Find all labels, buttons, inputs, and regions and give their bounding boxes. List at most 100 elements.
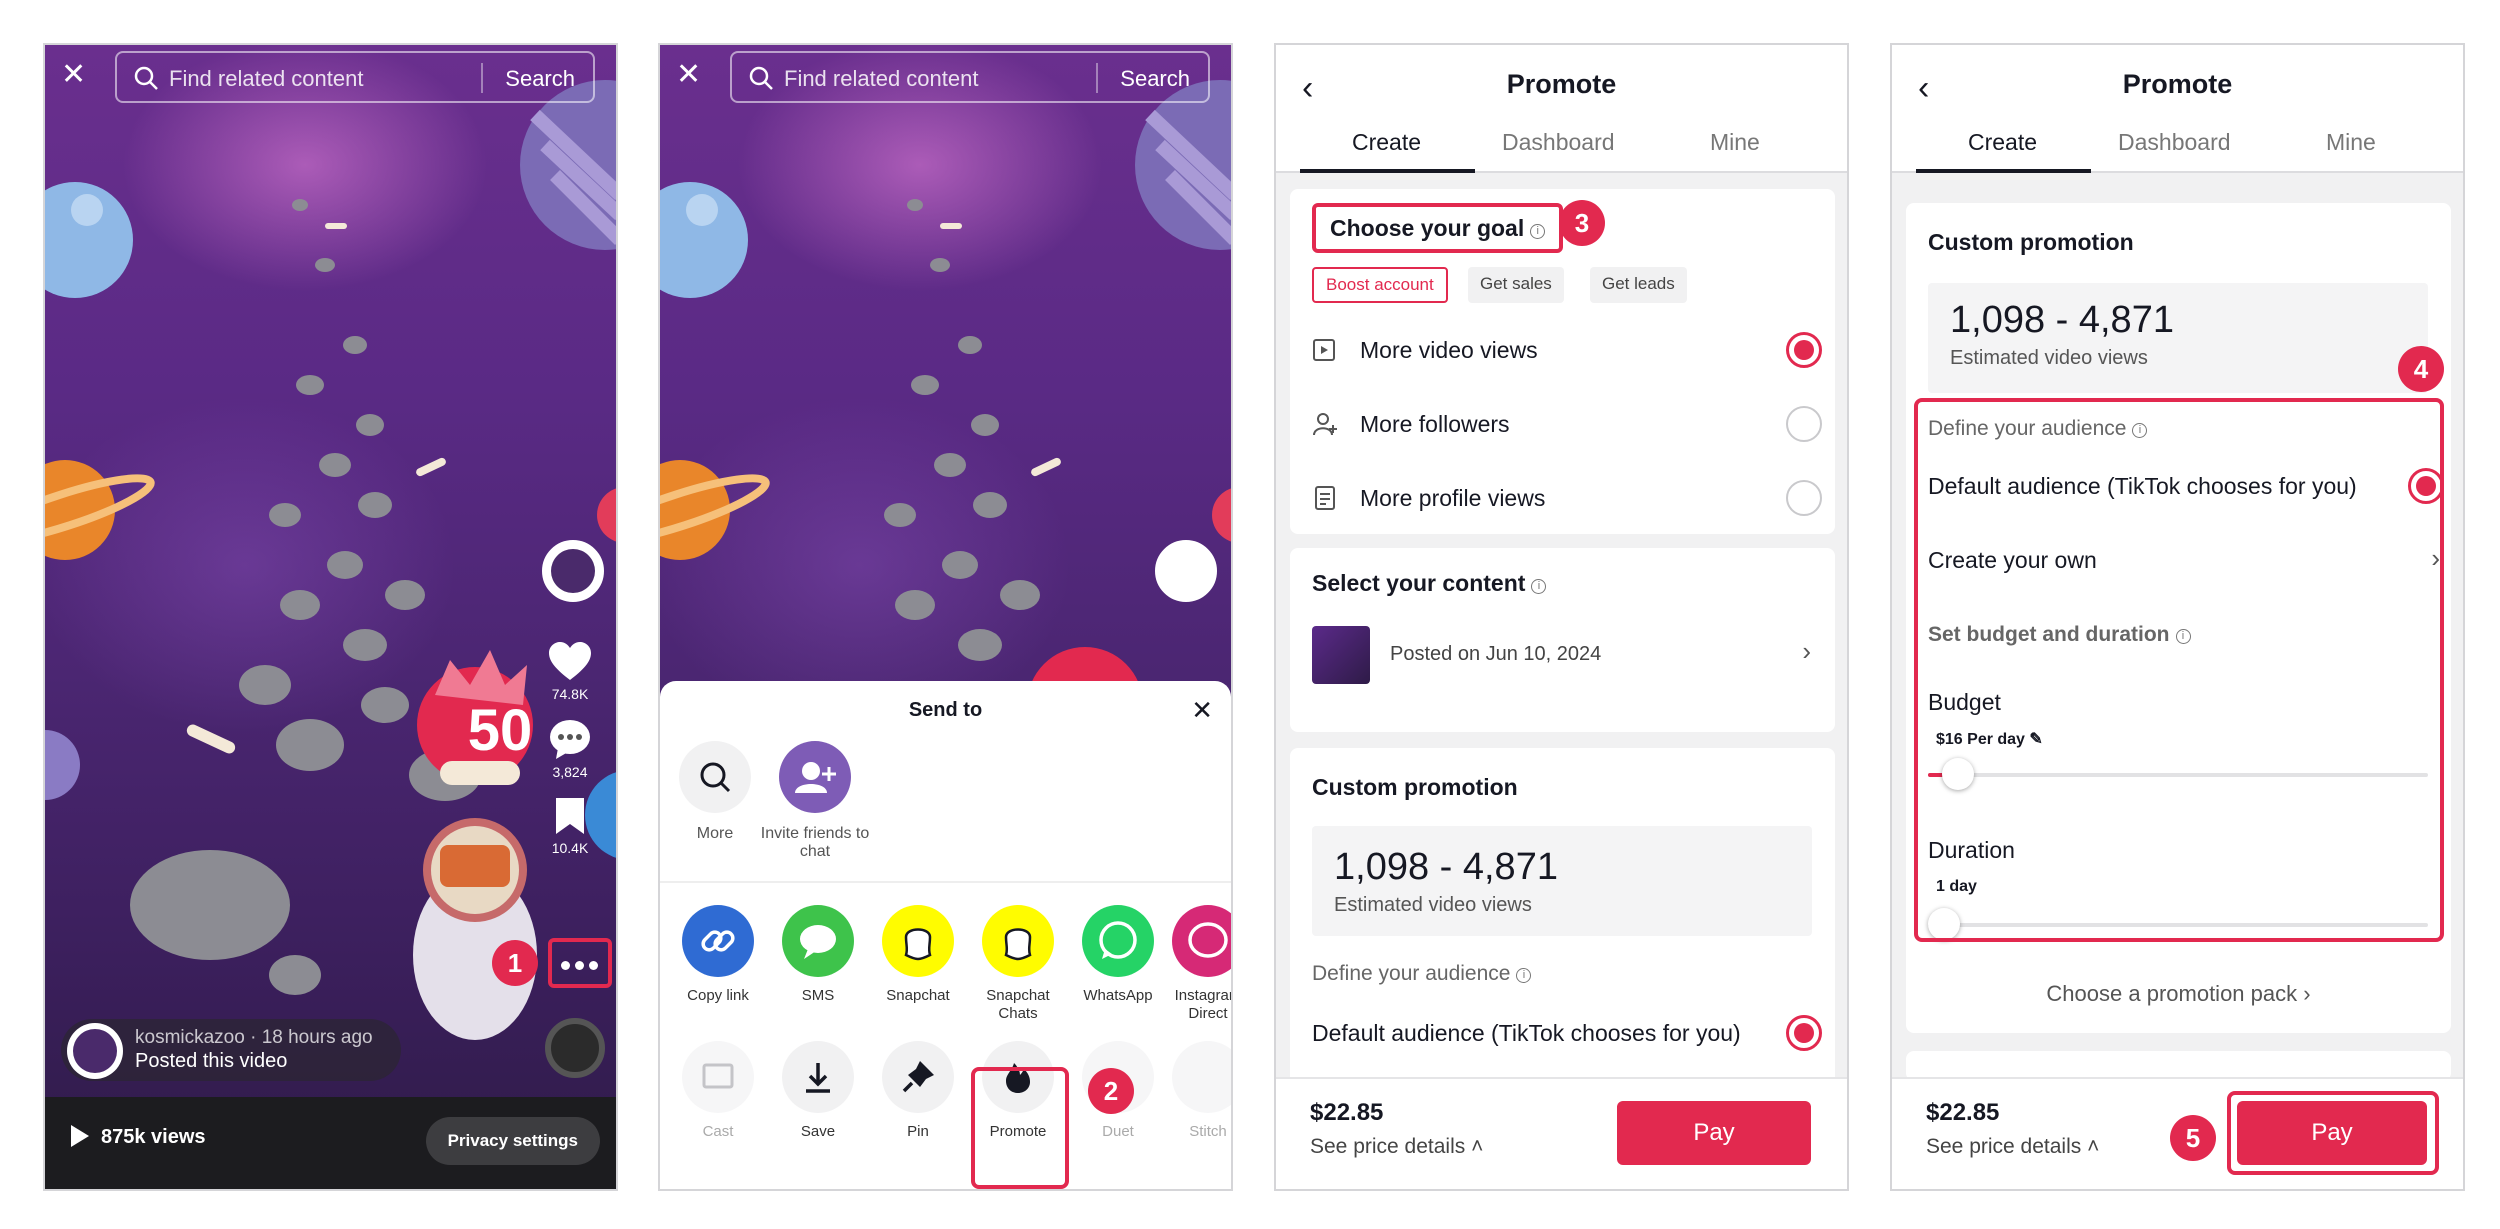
document-icon [1315,486,1335,510]
search-divider [1096,63,1098,93]
promote-header: ‹ Promote Create Dashboard Mine [1276,45,1847,173]
creator-avatar[interactable] [1155,540,1217,602]
search-placeholder: Find related content [784,66,979,91]
estimate-range: 1,098 - 4,871 [1334,846,1558,888]
messenger-icon [1172,905,1231,977]
share-more[interactable]: More [660,741,770,843]
search-button[interactable]: Search [505,66,575,92]
estimate-box: 1,098 - 4,871 Estimated video views [1312,826,1812,936]
tab-create[interactable]: Create [1352,129,1421,156]
tab-dashboard[interactable]: Dashboard [1502,129,1615,156]
share-stitch[interactable]: Stitch [1168,1041,1231,1141]
share-sms[interactable]: SMS [768,905,868,1005]
search-placeholder: Find related content [169,66,364,91]
search-icon [679,741,751,813]
heart-icon [549,642,591,680]
option-video-views[interactable]: More video views [1312,329,1822,369]
content-card[interactable]: Select your content i Posted on Jun 10, 2… [1290,548,1835,732]
video-icon [1313,339,1335,361]
video-background: 50 [45,45,616,1189]
stitch-icon [1172,1041,1231,1113]
promote-header: ‹ Promote Create Dashboard Mine [1892,45,2463,173]
share-whatsapp[interactable]: WhatsApp [1068,905,1168,1005]
price-details-link[interactable]: See price details ˄ [1310,1135,1483,1159]
add-user-icon [1313,413,1337,436]
custom-promotion-card: Custom promotion 1,098 - 4,871 Estimated… [1290,748,1835,1108]
share-snapchat-chats[interactable]: Snapchat Chats [968,905,1068,1023]
radio-unselected[interactable] [1786,480,1822,516]
option-label: More video views [1360,337,1538,363]
share-more-label: More [696,825,734,842]
share-cast[interactable]: Cast [668,1041,768,1141]
share-invite-label: Invite friends to chat [760,825,870,860]
price-details-link[interactable]: See price details ˄ [1926,1135,2099,1159]
link-icon [682,905,754,977]
info-icon[interactable]: i [1531,579,1547,594]
share-snapchat-label: Snapchat [886,987,950,1004]
share-copy-link[interactable]: Copy link [668,905,768,1005]
creator-username: kosmickazoo · 18 hours ago [135,1027,373,1048]
more-options-button[interactable] [548,938,612,988]
search-button[interactable]: Search [1120,66,1190,92]
chip-get-sales[interactable]: Get sales [1468,267,1564,303]
share-cast-label: Cast [702,1123,734,1140]
save-action[interactable]: 10.4K [534,796,606,856]
pin-icon [882,1041,954,1113]
video-screen: 50 ✕ Find related content Search 74.8K 3… [43,43,618,1191]
close-icon[interactable]: ✕ [1191,695,1213,726]
total-price: $22.85 [1310,1099,1384,1126]
pay-button[interactable]: Pay [1617,1101,1811,1165]
option-followers[interactable]: More followers [1312,403,1822,443]
chip-boost-account[interactable]: Boost account [1312,267,1448,303]
goal-heading: Choose your goal i [1312,203,1564,253]
tab-create[interactable]: Create [1968,129,2037,156]
share-pin[interactable]: Pin [868,1041,968,1141]
search-bar[interactable]: Find related content Search [115,51,595,103]
search-bar[interactable]: Find related content Search [730,51,1210,103]
creator-info[interactable]: kosmickazoo · 18 hours ago Posted this v… [61,1019,401,1081]
tab-mine[interactable]: Mine [2326,129,2376,156]
privacy-settings-button[interactable]: Privacy settings [425,1117,600,1165]
radio-selected[interactable] [1786,1015,1822,1051]
radio-selected[interactable] [1786,332,1822,368]
share-stitch-label: Stitch [1189,1123,1227,1140]
radio-unselected[interactable] [1786,406,1822,442]
step-badge-4: 4 [2398,346,2444,392]
custom-promotion-heading: Custom promotion [1928,229,2134,255]
sticker-50: 50 [468,698,533,763]
option-profile-views[interactable]: More profile views [1312,477,1822,517]
comment-action[interactable]: 3,824 [534,718,606,780]
share-whatsapp-label: WhatsApp [1083,987,1153,1004]
share-invite-friends[interactable]: Invite friends to chat [760,741,870,861]
audience-budget-highlight [1914,398,2444,942]
audience-default-label: Default audience (TikTok chooses for you… [1312,1020,1741,1046]
share-instagram-direct[interactable]: Instagram Direct [1168,905,1231,1023]
close-icon[interactable]: ✕ [61,60,95,90]
chip-get-leads[interactable]: Get leads [1590,267,1687,303]
creator-avatar[interactable] [542,540,604,602]
share-instagram-label: Instagram Direct [1174,987,1231,1022]
share-snapchat[interactable]: Snapchat [868,905,968,1005]
music-disc-icon[interactable] [545,1018,605,1078]
close-icon[interactable]: ✕ [676,60,710,90]
comment-count: 3,824 [552,764,588,780]
promote-screen: ‹ Promote Create Dashboard Mine Choose y… [1274,43,1849,1191]
share-screen: ✕ Find related content Search Send to ✕ … [658,43,1233,1191]
search-icon [134,66,158,90]
info-icon[interactable]: i [1516,968,1532,983]
tab-indicator [1916,169,2091,173]
like-action[interactable]: 74.8K [534,640,606,702]
audience-default-option[interactable]: Default audience (TikTok chooses for you… [1312,1012,1822,1056]
share-snapchat-chats-label: Snapchat Chats [986,987,1050,1022]
tab-dashboard[interactable]: Dashboard [2118,129,2231,156]
info-icon[interactable]: i [1530,224,1546,239]
tab-mine[interactable]: Mine [1710,129,1760,156]
promotion-pack-link[interactable]: Choose a promotion pack › [1906,981,2451,1007]
creator-avatar-small [67,1023,123,1079]
bookmark-icon [556,798,584,834]
bottom-bar: 875k views Privacy settings [45,1097,616,1189]
checkout-footer: $22.85 See price details ˄ Pay [1276,1077,1847,1189]
chat-bubble-icon [782,905,854,977]
share-save[interactable]: Save [768,1041,868,1141]
content-posted-date: Posted on Jun 10, 2024 [1390,643,1602,665]
